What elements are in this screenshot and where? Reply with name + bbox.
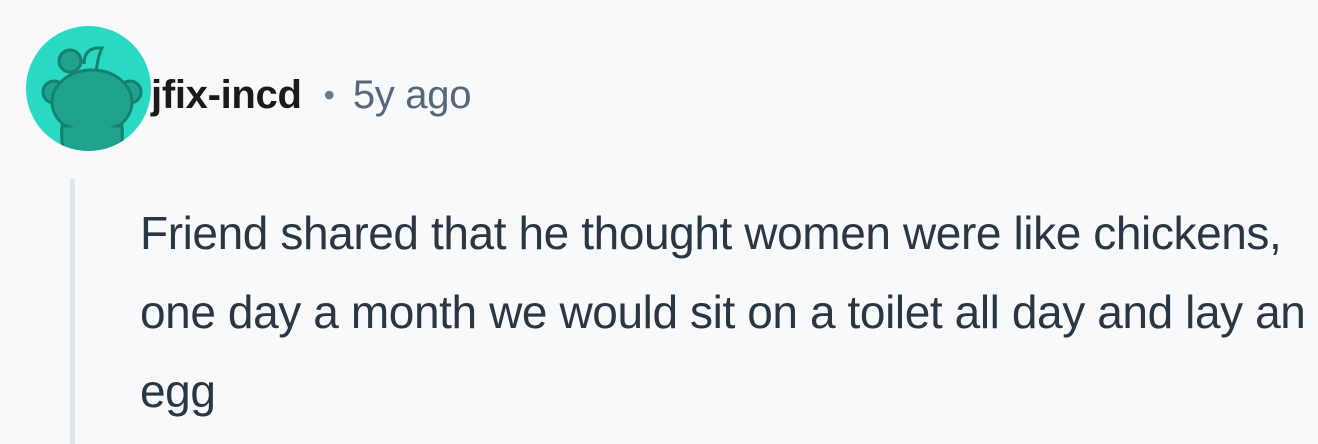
separator-dot: • [323,76,335,113]
timestamp[interactable]: 5y ago [353,73,472,118]
thread-line[interactable] [70,179,75,444]
username-link[interactable]: jfix-incd [151,73,302,118]
comment: jfix-incd • 5y ago Friend shared that he… [0,0,1318,444]
reddit-snoo-icon [41,46,143,151]
comment-body: Friend shared that he thought women were… [140,207,1306,417]
comment-header: jfix-incd • 5y ago [151,70,471,120]
avatar[interactable] [26,26,151,151]
